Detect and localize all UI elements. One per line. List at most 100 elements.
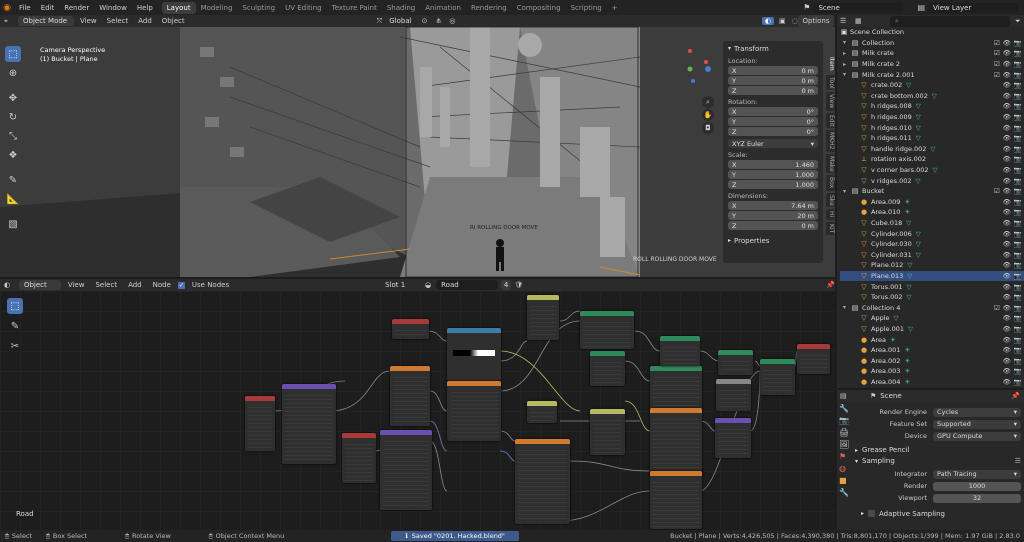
tab-scripting[interactable]: Scripting <box>566 2 607 14</box>
outliner-row[interactable]: ▽ Torus.001 ▽ 👁 📷 <box>840 281 1024 292</box>
tab-shading[interactable]: Shading <box>382 2 420 14</box>
mesh-data-icon[interactable]: ▽ <box>916 177 921 185</box>
sidebar-tab-tool[interactable]: Tool <box>826 74 835 91</box>
mesh-data-icon[interactable]: ▽ <box>916 230 921 238</box>
nav-camera-icon[interactable]: ◘ <box>702 122 714 134</box>
node-material-output[interactable] <box>797 344 830 374</box>
measure-tool-icon[interactable]: 📐 <box>5 191 21 207</box>
eye-icon[interactable]: 👁 <box>1003 155 1011 163</box>
exclude-checkbox-icon[interactable]: ☑ <box>994 71 1000 79</box>
eye-icon[interactable]: 👁 <box>1003 367 1011 375</box>
overlay-icon[interactable]: ◐ <box>761 17 774 25</box>
camera-icon[interactable]: 📷 <box>1014 187 1022 195</box>
eye-icon[interactable]: 👁 <box>1003 39 1011 47</box>
use-nodes-checkbox[interactable]: ✓ <box>177 281 185 289</box>
mesh-data-icon[interactable]: ▽ <box>932 92 937 100</box>
camera-icon[interactable]: 📷 <box>1014 134 1022 142</box>
eye-icon[interactable]: 👁 <box>1003 198 1011 206</box>
mesh-data-icon[interactable]: ▽ <box>894 314 899 322</box>
viewport-menu-select[interactable]: Select <box>103 16 133 26</box>
slot-selector[interactable]: Slot 1 <box>380 280 420 290</box>
move-tool-icon[interactable]: ✥ <box>5 90 21 106</box>
node-annotate-icon[interactable]: ✎ <box>7 318 23 334</box>
node-mix-shader[interactable] <box>718 350 753 375</box>
outliner-row[interactable]: ▸ ▤ Milk crate 2 ☑ 👁 📷 <box>840 59 1024 70</box>
sidebar-tab-hi[interactable]: Hi <box>826 209 835 220</box>
outliner-row[interactable]: ▽ h ridges.010 ▽ 👁 📷 <box>840 122 1024 133</box>
outliner-row[interactable]: ▽ v ridges.002 ▽ 👁 📷 <box>840 175 1024 186</box>
blender-logo-icon[interactable]: ◉ <box>0 2 14 14</box>
outliner-row[interactable]: ▾ ▤ Collection 4 ☑ 👁 📷 <box>840 302 1024 313</box>
eye-icon[interactable]: 👁 <box>1003 71 1011 79</box>
eye-icon[interactable]: 👁 <box>1003 113 1011 121</box>
eye-icon[interactable]: 👁 <box>1003 81 1011 89</box>
expand-triangle-icon[interactable]: ▸ <box>843 61 851 68</box>
camera-icon[interactable]: 📷 <box>1014 346 1022 354</box>
rotation-y-field[interactable]: Y 0° <box>728 117 818 126</box>
camera-icon[interactable]: 📷 <box>1014 102 1022 110</box>
rotation-x-field[interactable]: X 0° <box>728 107 818 116</box>
mesh-data-icon[interactable]: ▽ <box>907 261 912 269</box>
location-x-field[interactable]: X 0 m <box>728 66 818 75</box>
properties-panel-header[interactable]: ▸ Properties <box>728 235 818 246</box>
light-data-icon[interactable]: ☀ <box>904 367 910 375</box>
camera-icon[interactable]: 📷 <box>1014 367 1022 375</box>
viewport-menu-view[interactable]: View <box>76 16 101 26</box>
node-bump[interactable] <box>580 311 634 349</box>
exclude-checkbox-icon[interactable]: ☑ <box>994 304 1000 312</box>
rotation-mode-selector[interactable]: XYZ Euler ▾ <box>728 139 818 148</box>
eye-icon[interactable]: 👁 <box>1003 325 1011 333</box>
shader-type-selector[interactable]: Object <box>18 280 61 290</box>
eye-icon[interactable]: 👁 <box>1003 219 1011 227</box>
eye-icon[interactable]: 👁 <box>1003 145 1011 153</box>
viewport-samples-field[interactable]: 32 <box>933 493 1021 503</box>
transform-panel-header[interactable]: ▾ Transform <box>728 43 818 54</box>
node-separate[interactable] <box>590 351 625 386</box>
feature-set-dropdown[interactable]: Supported ▾ <box>933 419 1021 429</box>
xray-icon[interactable]: ▣ <box>776 17 789 25</box>
node-bump-b[interactable] <box>660 336 700 366</box>
mesh-data-icon[interactable]: ▽ <box>916 240 921 248</box>
camera-icon[interactable]: 📷 <box>1014 336 1022 344</box>
node-canvas[interactable]: Road <box>0 291 835 530</box>
outliner-row[interactable]: ● Area.010 ☀ 👁 📷 <box>840 207 1024 218</box>
editor-type-icon[interactable]: ⌖ <box>4 17 16 26</box>
sampling-panel[interactable]: ▾ Sampling ☰ <box>855 455 1021 466</box>
eye-icon[interactable]: 👁 <box>1003 230 1011 238</box>
outliner-row[interactable]: ⟂ rotation axis.002 👁 📷 <box>840 154 1024 165</box>
outliner-row[interactable]: ▽ Apple ▽ 👁 📷 <box>840 313 1024 324</box>
eye-icon[interactable]: 👁 <box>1003 92 1011 100</box>
fake-user-icon[interactable]: 🛡 <box>514 281 523 289</box>
camera-icon[interactable]: 📷 <box>1014 145 1022 153</box>
render-tab-icon[interactable]: 📷 <box>839 416 851 425</box>
camera-icon[interactable]: 📷 <box>1014 272 1022 280</box>
add-workspace-button[interactable]: + <box>607 2 623 14</box>
camera-icon[interactable]: 📷 <box>1014 304 1022 312</box>
eye-icon[interactable]: 👁 <box>1003 177 1011 185</box>
sidebar-tab-view[interactable]: View <box>826 92 835 111</box>
node-mapping[interactable] <box>282 384 336 464</box>
node-principled-b[interactable] <box>650 408 702 478</box>
node-noise-texture[interactable] <box>392 319 429 339</box>
mesh-data-icon[interactable]: ▽ <box>907 293 912 301</box>
options-button[interactable]: Options <box>798 15 834 27</box>
node-texture-coordinate[interactable] <box>342 433 376 483</box>
node-menu-select[interactable]: Select <box>91 280 121 290</box>
menu-render[interactable]: Render <box>59 4 94 12</box>
sidebar-tab-make[interactable]: Make <box>826 153 835 174</box>
light-data-icon[interactable]: ☀ <box>904 378 910 386</box>
scene-selector[interactable]: Scene <box>813 2 904 13</box>
outliner-row[interactable]: ▽ Cylinder.031 ▽ 👁 📷 <box>840 249 1024 260</box>
eye-icon[interactable]: 👁 <box>1003 134 1011 142</box>
snap-icon[interactable]: ⋔ <box>432 17 444 25</box>
outliner-row[interactable]: ▽ crate bottom.002 ▽ 👁 📷 <box>840 91 1024 102</box>
outliner-row[interactable]: ● Area.009 ☀ 👁 📷 <box>840 197 1024 208</box>
node-gamma[interactable] <box>590 409 625 455</box>
scale-x-field[interactable]: X 1.460 <box>728 160 818 169</box>
collapse-triangle-icon[interactable]: ▾ <box>843 71 851 78</box>
render-samples-field[interactable]: 1000 <box>933 481 1021 491</box>
camera-icon[interactable]: 📷 <box>1014 81 1022 89</box>
outliner-row[interactable]: ▽ Apple.001 ▽ 👁 📷 <box>840 324 1024 335</box>
camera-icon[interactable]: 📷 <box>1014 113 1022 121</box>
menu-edit[interactable]: Edit <box>36 4 60 12</box>
